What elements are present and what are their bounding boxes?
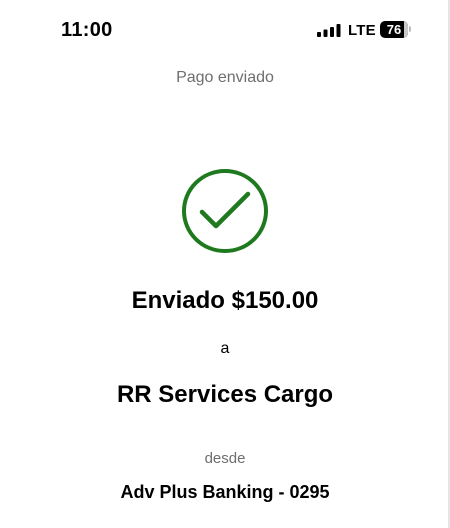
page-title: Pago enviado	[176, 69, 274, 86]
battery-icon: 76	[380, 21, 408, 38]
status-time: 11:00	[61, 19, 113, 41]
signal-bars-icon	[317, 24, 341, 37]
status-bar: 11:00 LTE 76	[0, 0, 450, 60]
to-connector: a	[220, 340, 230, 357]
battery-cap	[409, 26, 411, 32]
recipient-name: RR Services Cargo	[116, 381, 334, 408]
network-type: LTE	[348, 22, 376, 39]
battery-level: 76	[386, 22, 402, 37]
from-label: desde	[204, 450, 246, 467]
source-account: Adv Plus Banking - 0295	[120, 482, 330, 502]
payment-amount-headline: Enviado $150.00	[131, 287, 319, 314]
checkmark-circle-icon	[182, 169, 268, 253]
status-icon-container	[181, 168, 269, 254]
